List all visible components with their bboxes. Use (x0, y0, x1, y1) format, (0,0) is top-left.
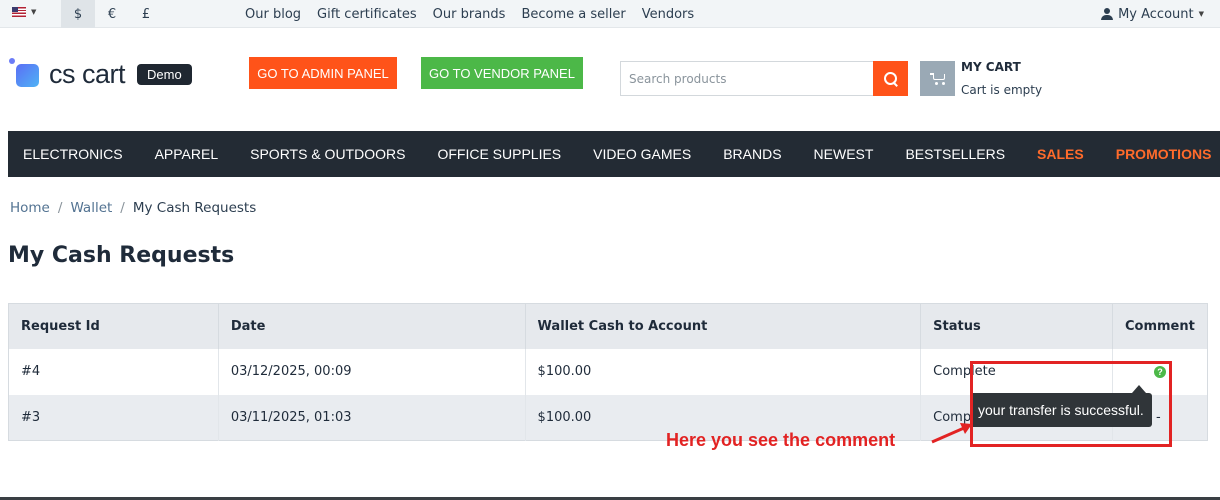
annotation-text: Here you see the comment (666, 430, 896, 450)
currency-eur[interactable]: € (95, 0, 129, 28)
language-selector[interactable]: ▼ (12, 7, 36, 17)
search-button[interactable] (873, 61, 908, 96)
cell-request-id: #3 (8, 394, 219, 441)
nav-item-sports-outdoors[interactable]: SPORTS & OUTDOORS (234, 146, 421, 162)
demo-badge: Demo (137, 63, 192, 85)
cell-amount: $100.00 (525, 348, 922, 395)
chevron-down-icon: ▼ (31, 8, 37, 16)
nav-item-apparel[interactable]: APPAREL (139, 146, 235, 162)
search-icon (883, 71, 898, 86)
top-links: Our blog Gift certificates Our brands Be… (245, 0, 694, 28)
annotation-arrow-icon (931, 423, 972, 444)
link-gift-certificates[interactable]: Gift certificates (317, 7, 417, 22)
breadcrumb: Home / Wallet / My Cash Requests (10, 200, 256, 216)
nav-item-promotions[interactable]: PROMOTIONS (1100, 146, 1220, 162)
breadcrumb-separator: / (57, 200, 63, 216)
nav-item-video-games[interactable]: VIDEO GAMES (577, 146, 707, 162)
cell-date: 03/12/2025, 00:09 (218, 348, 526, 395)
chevron-down-icon: ▼ (1198, 10, 1204, 18)
nav-item-electronics[interactable]: ELECTRONICS (8, 146, 139, 162)
cs-cart-logo-icon (9, 58, 41, 90)
currency-gbp[interactable]: £ (129, 0, 163, 28)
cell-request-id: #4 (8, 348, 219, 395)
us-flag-icon (12, 7, 26, 17)
user-icon (1101, 8, 1114, 20)
breadcrumb-separator: / (120, 200, 125, 216)
nav-item-office-supplies[interactable]: OFFICE SUPPLIES (421, 146, 577, 162)
account-label: My Account (1118, 6, 1194, 22)
link-vendors[interactable]: Vendors (642, 7, 694, 22)
link-become-a-seller[interactable]: Become a seller (521, 7, 625, 22)
logo-text: cs cart (49, 58, 126, 89)
top-bar: ▼ $ € £ Our blog Gift certificates Our b… (0, 0, 1220, 28)
currency-usd[interactable]: $ (61, 0, 95, 28)
table-header-row: Request Id Date Wallet Cash to Account S… (8, 303, 1208, 349)
column-header-status: Status (920, 303, 1113, 349)
nav-item-bestsellers[interactable]: BESTSELLERS (889, 146, 1021, 162)
column-header-comment: Comment (1112, 303, 1208, 349)
column-header-request-id: Request Id (8, 303, 219, 349)
page-title: My Cash Requests (8, 243, 235, 268)
cart-icon (929, 72, 946, 85)
go-to-vendor-panel-button[interactable]: GO TO VENDOR PANEL (421, 57, 583, 89)
link-our-blog[interactable]: Our blog (245, 7, 301, 22)
breadcrumb-wallet[interactable]: Wallet (70, 200, 112, 216)
account-menu[interactable]: My Account ▼ (1101, 0, 1204, 28)
search-form (620, 61, 908, 96)
breadcrumb-home[interactable]: Home (10, 200, 50, 216)
breadcrumb-current: My Cash Requests (132, 200, 257, 216)
nav-item-newest[interactable]: NEWEST (798, 146, 890, 162)
annotation-highlight-box (970, 361, 1172, 447)
search-input[interactable] (620, 61, 873, 96)
cart-status: Cart is empty (961, 83, 1043, 97)
column-header-wallet-cash: Wallet Cash to Account (525, 303, 922, 349)
nav-item-sales[interactable]: SALES (1021, 146, 1100, 162)
cart-button[interactable] (920, 61, 955, 96)
link-our-brands[interactable]: Our brands (433, 7, 506, 22)
go-to-admin-panel-button[interactable]: GO TO ADMIN PANEL (249, 57, 397, 89)
logo[interactable]: cs cart Demo (9, 58, 192, 90)
main-navigation: ELECTRONICS APPAREL SPORTS & OUTDOORS OF… (8, 131, 1220, 177)
column-header-date: Date (218, 303, 526, 349)
nav-item-brands[interactable]: BRANDS (707, 146, 797, 162)
cart-title[interactable]: MY CART (961, 60, 1021, 74)
cell-date: 03/11/2025, 01:03 (218, 394, 526, 441)
